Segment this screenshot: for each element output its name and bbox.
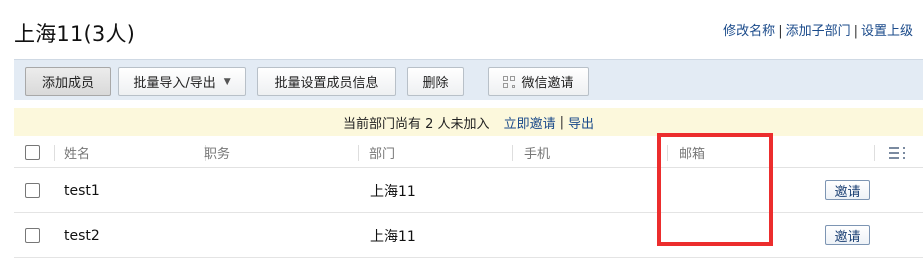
link-separator: | — [853, 24, 858, 39]
delete-button[interactable]: 删除 — [407, 67, 464, 96]
column-menu-icon[interactable] — [889, 146, 905, 160]
email-column-highlight — [657, 133, 773, 246]
column-divider — [874, 145, 875, 161]
bulk-set-info-label: 批量设置成员信息 — [274, 76, 379, 91]
member-department: 上海11 — [370, 183, 416, 200]
row-checkbox[interactable] — [25, 183, 40, 198]
column-header-department[interactable]: 部门 — [369, 137, 395, 168]
column-divider — [54, 145, 55, 161]
department-actions: 修改名称 | 添加子部门 | 设置上级 — [723, 20, 913, 39]
bulk-import-export-label: 批量导入/导出 — [133, 76, 216, 91]
member-name[interactable]: test2 — [64, 213, 100, 258]
member-department: 上海11 — [370, 228, 416, 245]
link-separator: | — [778, 24, 783, 39]
toolbar: 添加成员 批量导入/导出 ▼ 批量设置成员信息 删除 微信邀请 — [14, 59, 923, 100]
chevron-down-icon: ▼ — [223, 76, 231, 87]
set-parent-link[interactable]: 设置上级 — [861, 24, 913, 39]
add-member-label: 添加成员 — [41, 76, 94, 91]
select-all-checkbox[interactable] — [25, 145, 40, 160]
pending-notice: 当前部门尚有 2 人未加入 立即邀请 | 导出 — [14, 108, 923, 136]
wechat-invite-label: 微信邀请 — [521, 76, 574, 91]
bulk-import-export-button[interactable]: 批量导入/导出 ▼ — [118, 67, 246, 96]
delete-label: 删除 — [422, 76, 449, 91]
page-title: 上海11(3人) — [14, 22, 136, 46]
invite-button[interactable]: 邀请 — [825, 225, 870, 245]
wechat-invite-button[interactable]: 微信邀请 — [488, 67, 589, 96]
bulk-set-info-button[interactable]: 批量设置成员信息 — [257, 67, 396, 96]
column-header-name[interactable]: 姓名 — [64, 137, 90, 168]
invite-now-link[interactable]: 立即邀请 — [504, 113, 556, 132]
table-row[interactable]: test1 上海11 邀请 — [14, 168, 923, 213]
column-header-position[interactable]: 职务 — [204, 137, 230, 168]
notice-text: 当前部门尚有 2 人未加入 — [343, 116, 490, 132]
column-divider — [358, 145, 359, 161]
qr-code-icon — [503, 75, 516, 88]
table-header: 姓名 职务 部门 手机 邮箱 — [14, 137, 923, 168]
column-header-phone[interactable]: 手机 — [524, 137, 550, 168]
invite-button[interactable]: 邀请 — [825, 180, 870, 200]
row-checkbox[interactable] — [25, 228, 40, 243]
rename-link[interactable]: 修改名称 — [723, 24, 775, 39]
member-name[interactable]: test1 — [64, 168, 100, 213]
add-member-button[interactable]: 添加成员 — [25, 67, 111, 96]
notice-separator: | — [559, 114, 564, 130]
table-row[interactable]: test2 上海11 邀请 — [14, 213, 923, 258]
export-link[interactable]: 导出 — [568, 113, 594, 132]
add-subdepartment-link[interactable]: 添加子部门 — [786, 24, 851, 39]
column-divider — [512, 145, 513, 161]
